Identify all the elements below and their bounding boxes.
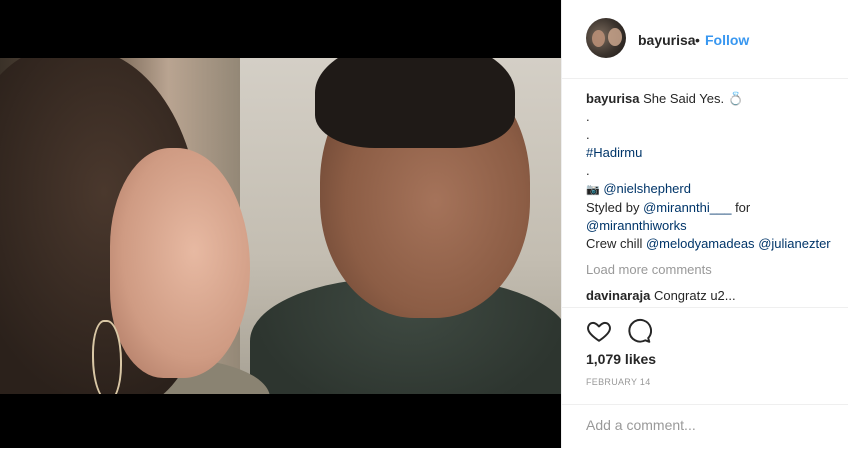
comment-username[interactable]: davinaraja [586,288,650,303]
caption-username[interactable]: bayurisa [586,91,639,106]
hashtag-link[interactable]: #Hadirmu [586,145,642,160]
photo-earring [92,320,122,394]
stylist-mention[interactable]: @mirannthi___ [643,200,731,215]
post-side-panel: bayurisa • Follow bayurisa She Said Yes.… [561,0,848,448]
follow-button[interactable]: Follow [705,32,749,48]
for-text: for [731,200,751,215]
caption-text: She Said Yes. [643,91,725,106]
heart-icon[interactable] [586,318,612,344]
post-date[interactable]: FEBRUARY 14 [586,377,651,387]
post-photo[interactable] [0,58,561,394]
add-comment-input[interactable] [586,417,826,433]
photo-man-hair [315,58,515,148]
add-comment-bar [562,404,848,449]
header-separator: • [695,32,700,48]
caption-dot: . [586,109,590,124]
caption-dot: . [586,127,590,142]
camera-icon: 📷 [586,184,600,196]
likes-count[interactable]: 1,079 likes [586,351,656,367]
photo-woman-face [110,148,250,378]
crew-text: Crew chill [586,236,646,251]
styled-by-text: Styled by [586,200,644,215]
caption-first-line: bayurisa She Said Yes. 💍 [586,90,841,108]
comment-item: davinaraja Congratz u2... [586,288,736,303]
header-username[interactable]: bayurisa [638,32,696,48]
works-mention[interactable]: @mirannthiworks [586,218,687,233]
actions-divider [562,307,848,309]
comment-icon[interactable] [626,318,652,344]
post-header: bayurisa • Follow [562,0,848,79]
photographer-mention[interactable]: @nielshepherd [603,181,691,196]
crew-mention[interactable]: @melodyamadeas [646,236,755,251]
caption-dot: . [586,163,590,178]
post-media[interactable] [0,0,561,448]
ring-icon: 💍 [727,91,744,106]
load-more-comments[interactable]: Load more comments [586,262,712,277]
avatar[interactable] [586,18,626,58]
caption-block: bayurisa She Said Yes. 💍 . . #Hadirmu . … [586,90,841,253]
comment-text: Congratz u2... [653,288,736,303]
crew-mention[interactable]: @julianezter [758,236,830,251]
